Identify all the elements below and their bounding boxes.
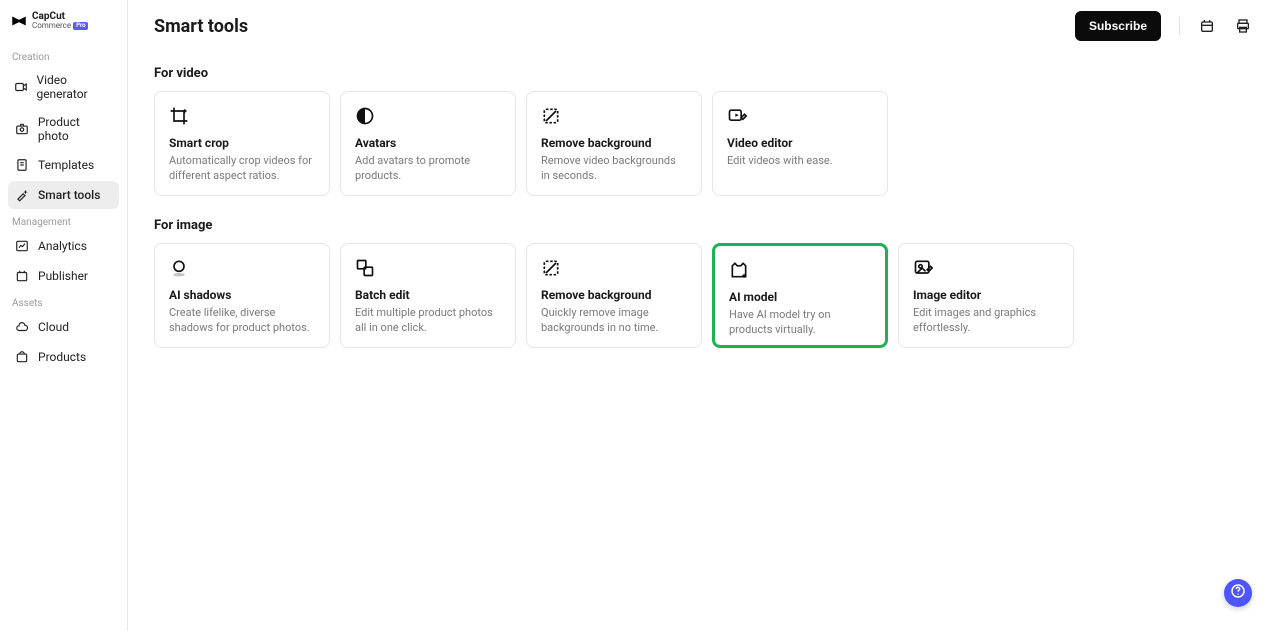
card-title: Avatars (355, 136, 501, 150)
logo-sub-text: Commerce Pro (32, 22, 88, 30)
card-desc: Have AI model try on products virtually. (729, 308, 871, 338)
card-remove-bg-video[interactable]: Remove background Remove video backgroun… (526, 91, 702, 196)
card-title: AI shadows (169, 288, 315, 302)
app-logo[interactable]: CapCut Commerce Pro (8, 12, 119, 30)
card-row-image: AI shadows Create lifelike, diverse shad… (154, 243, 1254, 348)
sidebar-item-smart-tools[interactable]: Smart tools (8, 181, 119, 209)
avatars-icon (355, 106, 501, 128)
products-icon (14, 349, 30, 365)
sidebar-item-label: Templates (38, 158, 94, 172)
sidebar-item-label: Product photo (38, 115, 113, 143)
header: Smart tools Subscribe (128, 0, 1280, 52)
remove-bg-image-icon (541, 258, 687, 280)
main-content: For video Smart crop Automatically crop … (128, 52, 1280, 370)
card-ai-model[interactable]: AI model Have AI model try on products v… (712, 243, 888, 348)
sidebar-item-label: Smart tools (38, 188, 100, 202)
capcut-logo-icon (10, 12, 28, 30)
card-title: Image editor (913, 288, 1059, 302)
ai-shadows-icon (169, 258, 315, 280)
sidebar-section-assets: Assets (8, 292, 119, 313)
sidebar-item-label: Cloud (38, 320, 69, 334)
remove-bg-icon (541, 106, 687, 128)
cloud-icon (14, 319, 30, 335)
sidebar-item-cloud[interactable]: Cloud (8, 313, 119, 341)
video-generator-icon (14, 79, 28, 95)
group-title-image: For image (154, 218, 1254, 233)
card-desc: Quickly remove image backgrounds in no t… (541, 306, 687, 336)
card-desc: Add avatars to promote products. (355, 154, 501, 184)
card-image-editor[interactable]: Image editor Edit images and graphics ef… (898, 243, 1074, 348)
publisher-icon (14, 268, 30, 284)
calendar-icon[interactable] (1198, 17, 1216, 35)
smart-tools-icon (14, 187, 30, 203)
help-button[interactable] (1224, 579, 1252, 607)
card-title: Remove background (541, 136, 687, 150)
card-smart-crop[interactable]: Smart crop Automatically crop videos for… (154, 91, 330, 196)
card-desc: Edit multiple product photos all in one … (355, 306, 501, 336)
card-title: AI model (729, 290, 871, 304)
image-editor-icon (913, 258, 1059, 280)
print-icon[interactable] (1234, 17, 1252, 35)
sidebar-item-publisher[interactable]: Publisher (8, 262, 119, 290)
help-icon (1230, 583, 1246, 603)
subscribe-button[interactable]: Subscribe (1075, 11, 1161, 41)
sidebar-item-label: Products (38, 350, 86, 364)
sidebar-item-video-generator[interactable]: Video generator (8, 67, 119, 107)
video-editor-icon (727, 106, 873, 128)
sidebar-item-products[interactable]: Products (8, 343, 119, 371)
header-actions: Subscribe (1075, 11, 1252, 41)
sidebar-item-label: Publisher (38, 269, 88, 283)
sidebar-item-templates[interactable]: Templates (8, 151, 119, 179)
card-title: Batch edit (355, 288, 501, 302)
card-batch-edit[interactable]: Batch edit Edit multiple product photos … (340, 243, 516, 348)
batch-edit-icon (355, 258, 501, 280)
card-remove-bg-image[interactable]: Remove background Quickly remove image b… (526, 243, 702, 348)
ai-model-icon (729, 260, 871, 282)
page-title: Smart tools (154, 16, 248, 37)
pro-badge: Pro (73, 22, 88, 30)
smart-crop-icon (169, 106, 315, 128)
card-desc: Edit videos with ease. (727, 154, 873, 169)
card-desc: Automatically crop videos for different … (169, 154, 315, 184)
sidebar-item-product-photo[interactable]: Product photo (8, 109, 119, 149)
card-avatars[interactable]: Avatars Add avatars to promote products. (340, 91, 516, 196)
sidebar-item-label: Video generator (36, 73, 113, 101)
sidebar: CapCut Commerce Pro Creation Video gener… (0, 0, 128, 631)
sidebar-item-analytics[interactable]: Analytics (8, 232, 119, 260)
card-desc: Remove video backgrounds in seconds. (541, 154, 687, 184)
card-video-editor[interactable]: Video editor Edit videos with ease. (712, 91, 888, 196)
analytics-icon (14, 238, 30, 254)
sidebar-section-management: Management (8, 211, 119, 232)
card-title: Video editor (727, 136, 873, 150)
sidebar-section-creation: Creation (8, 46, 119, 67)
templates-icon (14, 157, 30, 173)
card-desc: Create lifelike, diverse shadows for pro… (169, 306, 315, 336)
divider (1179, 17, 1180, 35)
product-photo-icon (14, 121, 30, 137)
sidebar-item-label: Analytics (38, 239, 87, 253)
group-title-video: For video (154, 66, 1254, 81)
card-title: Remove background (541, 288, 687, 302)
card-ai-shadows[interactable]: AI shadows Create lifelike, diverse shad… (154, 243, 330, 348)
card-row-video: Smart crop Automatically crop videos for… (154, 91, 1254, 196)
card-desc: Edit images and graphics effortlessly. (913, 306, 1059, 336)
card-title: Smart crop (169, 136, 315, 150)
